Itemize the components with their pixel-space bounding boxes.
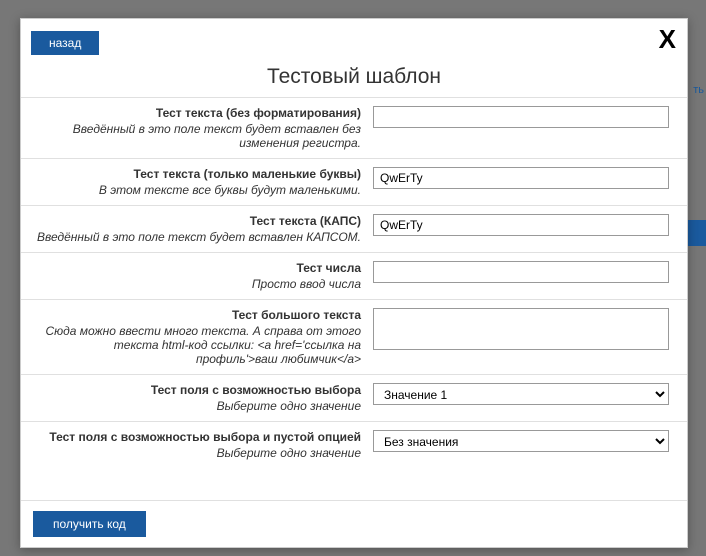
bg-link-fragment: ть — [693, 84, 704, 96]
field-help: Введённый в это поле текст будет вставле… — [33, 230, 361, 244]
field-help: Выберите одно значение — [33, 446, 361, 460]
submit-button[interactable]: получить код — [33, 511, 146, 537]
form-row: Тест поля с возможностью выбора и пустой… — [21, 421, 687, 468]
field-label: Тест большого текста — [33, 308, 361, 322]
bg-decoration — [688, 220, 706, 246]
modal-footer: получить код — [21, 500, 687, 547]
modal-dialog: назад Тестовый шаблон Тест текста (без ф… — [20, 18, 688, 548]
form-row: Тест текста (только маленькие буквы) В э… — [21, 158, 687, 205]
field-help: Сюда можно ввести много текста. А справа… — [33, 324, 361, 366]
close-icon[interactable]: X — [659, 26, 676, 52]
text-input-noformat[interactable] — [373, 106, 669, 128]
field-label: Тест текста (КАПС) — [33, 214, 361, 228]
field-label: Тест поля с возможностью выбора — [33, 383, 361, 397]
field-help: Просто ввод числа — [33, 277, 361, 291]
form-row: Тест большого текста Сюда можно ввести м… — [21, 299, 687, 374]
textarea-input[interactable] — [373, 308, 669, 350]
field-label: Тест числа — [33, 261, 361, 275]
select-input-empty[interactable]: Без значения — [373, 430, 669, 452]
form-row: Тест текста (КАПС) Введённый в это поле … — [21, 205, 687, 252]
field-help: Выберите одно значение — [33, 399, 361, 413]
form-row: Тест текста (без форматирования) Введённ… — [21, 97, 687, 158]
number-input[interactable] — [373, 261, 669, 283]
text-input-caps[interactable] — [373, 214, 669, 236]
text-input-lowercase[interactable] — [373, 167, 669, 189]
form-row: Тест поля с возможностью выбора Выберите… — [21, 374, 687, 421]
field-help: В этом тексте все буквы будут маленькими… — [33, 183, 361, 197]
field-label: Тест поля с возможностью выбора и пустой… — [33, 430, 361, 444]
modal-title: Тестовый шаблон — [21, 65, 687, 89]
form-row: Тест числа Просто ввод числа — [21, 252, 687, 299]
field-help: Введённый в это поле текст будет вставле… — [33, 122, 361, 150]
field-label: Тест текста (только маленькие буквы) — [33, 167, 361, 181]
back-button[interactable]: назад — [31, 31, 99, 55]
form-body: Тест текста (без форматирования) Введённ… — [21, 97, 687, 500]
field-label: Тест текста (без форматирования) — [33, 106, 361, 120]
select-input[interactable]: Значение 1 — [373, 383, 669, 405]
